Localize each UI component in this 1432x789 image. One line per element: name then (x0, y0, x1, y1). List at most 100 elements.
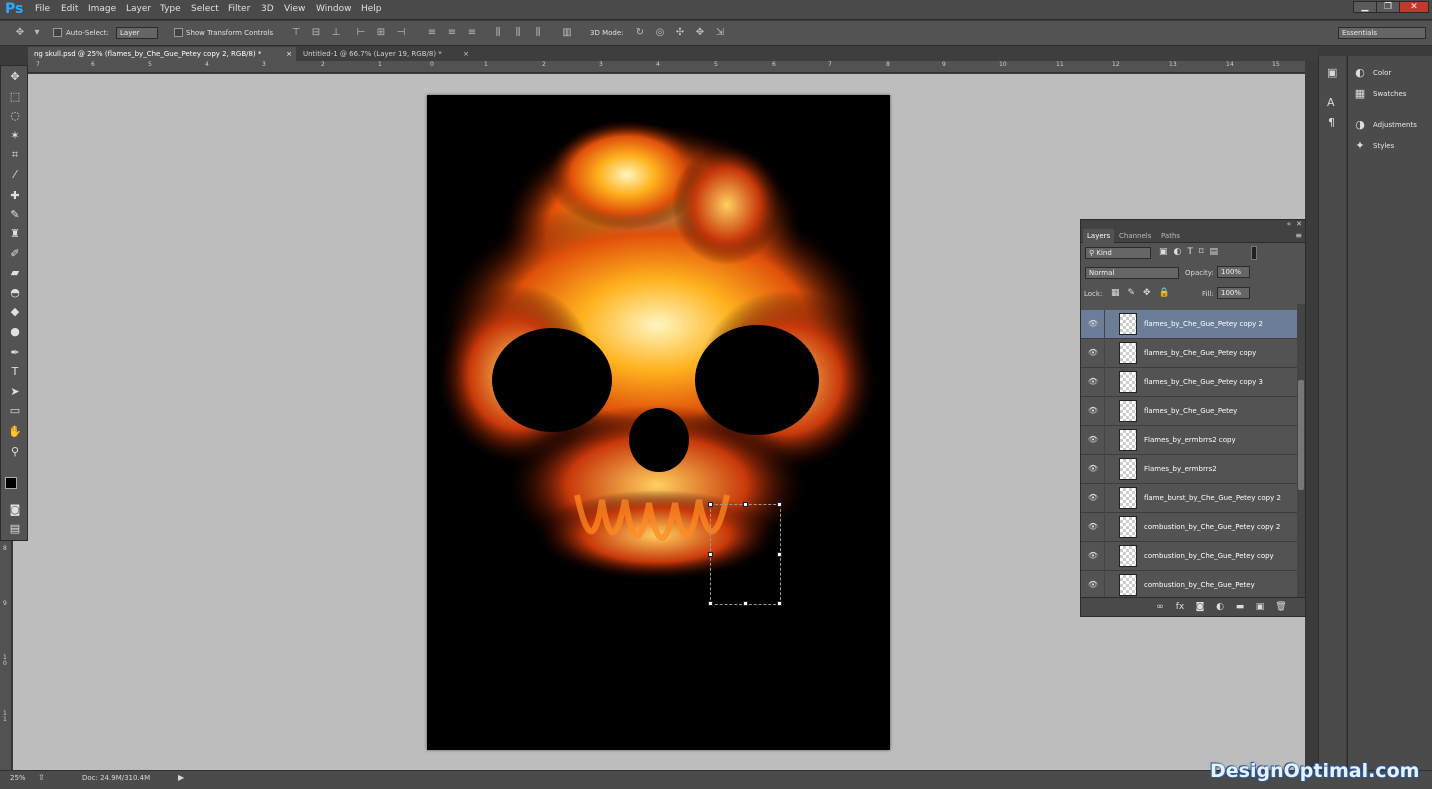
blur-tool-icon[interactable]: ◆ (4, 303, 26, 321)
layer-filter-icons[interactable]: ▣◐T⌑▤ (1159, 247, 1224, 257)
visibility-eye-icon[interactable]: 👁 (1087, 406, 1099, 416)
layer-row[interactable]: 👁 flames_by_Che_Gue_Petey copy (1081, 339, 1297, 368)
healing-brush-tool-icon[interactable]: ✚ (4, 187, 26, 205)
filter-kind-dropdown[interactable]: ⚲ Kind (1085, 247, 1151, 259)
move-tool-icon[interactable]: ✥ (14, 27, 26, 39)
link-layers-icon[interactable]: ∞ (1153, 601, 1167, 613)
quick-mask-icon[interactable]: ◙ (4, 501, 26, 519)
collapse-icon[interactable]: « (1287, 220, 1291, 228)
menu-filter[interactable]: Filter (228, 4, 250, 14)
visibility-eye-icon[interactable]: 👁 (1087, 464, 1099, 474)
panel-adjustments[interactable]: ◑ Adjustments (1354, 116, 1417, 134)
visibility-eye-icon[interactable]: 👁 (1087, 435, 1099, 445)
type-tool-icon[interactable]: T (4, 363, 26, 381)
move-tool-icon[interactable]: ✥ (4, 68, 26, 86)
align-right-icon[interactable]: ⊣ (395, 27, 407, 39)
tab-close-icon[interactable]: × (286, 47, 292, 61)
menu-select[interactable]: Select (191, 4, 219, 14)
close-window-button[interactable]: ✕ (1399, 1, 1429, 13)
menu-window[interactable]: Window (316, 4, 352, 14)
menu-view[interactable]: View (284, 4, 305, 14)
layer-row[interactable]: 👁 Flames_by_ermbrrs2 (1081, 455, 1297, 484)
layer-row[interactable]: 👁 combustion_by_Che_Gue_Petey copy (1081, 542, 1297, 571)
lock-icons[interactable]: ▦✎✥🔒 (1111, 288, 1178, 298)
delete-layer-icon[interactable]: 🗑 (1274, 601, 1288, 613)
paragraph-panel-icon[interactable]: ¶ (1328, 116, 1335, 129)
panel-color[interactable]: ◐ Color (1354, 64, 1391, 82)
visibility-eye-icon[interactable]: 👁 (1087, 551, 1099, 561)
transform-handle[interactable] (777, 551, 782, 557)
panel-close-icon[interactable]: ✕ (1296, 220, 1302, 228)
layer-style-icon[interactable]: fx (1173, 601, 1187, 613)
tab-layers[interactable]: Layers (1083, 229, 1115, 243)
new-group-icon[interactable]: ▬ (1233, 601, 1247, 613)
restore-button[interactable]: ❐ (1376, 1, 1400, 13)
transform-handle[interactable] (708, 601, 713, 606)
transform-handle[interactable] (708, 502, 713, 507)
lasso-tool-icon[interactable]: ◌ (4, 107, 26, 125)
panel-styles[interactable]: ✦ Styles (1354, 137, 1394, 155)
align-top-icon[interactable]: ⊤ (290, 27, 302, 39)
distribute-right-icon[interactable]: ⫼ (532, 27, 544, 39)
align-hcenter-icon[interactable]: ⊞ (375, 27, 387, 39)
clone-stamp-tool-icon[interactable]: ♜ (4, 225, 26, 243)
layer-row[interactable]: 👁 combustion_by_Che_Gue_Petey copy 2 (1081, 513, 1297, 542)
layer-row[interactable]: 👁 flames_by_Che_Gue_Petey (1081, 397, 1297, 426)
distribute-hcenter-icon[interactable]: ⫼ (512, 27, 524, 39)
tab-channels[interactable]: Channels (1115, 229, 1155, 243)
layer-row[interactable]: 👁 flames_by_Che_Gue_Petey copy 3 (1081, 368, 1297, 397)
tab-skull-psd[interactable]: ng skull.psd @ 25% (flames_by_Che_Gue_Pe… (28, 47, 296, 61)
tab-untitled-1[interactable]: Untitled-1 @ 66.7% (Layer 19, RGB/8) * × (297, 47, 473, 61)
transform-handle[interactable] (708, 551, 713, 557)
tab-paths[interactable]: Paths (1157, 229, 1184, 243)
layer-row[interactable]: 👁 combustion_by_Che_Gue_Petey (1081, 571, 1297, 597)
transform-bounding-box[interactable] (708, 502, 782, 606)
export-icon[interactable]: ⇪ (38, 773, 45, 782)
tab-close-icon[interactable]: × (463, 47, 469, 61)
layer-row[interactable]: 👁 Flames_by_ermbrrs2 copy (1081, 426, 1297, 455)
3d-slide-icon[interactable]: ✥ (694, 27, 706, 39)
menu-layer[interactable]: Layer (126, 4, 151, 14)
distribute-vcenter-icon[interactable]: ≡ (446, 27, 458, 39)
auto-select-checkbox[interactable] (53, 28, 62, 37)
distribute-top-icon[interactable]: ≡ (426, 27, 438, 39)
filter-toggle[interactable] (1251, 246, 1257, 260)
visibility-eye-icon[interactable]: 👁 (1087, 348, 1099, 358)
history-brush-tool-icon[interactable]: ✐ (4, 245, 26, 263)
adjustment-layer-icon[interactable]: ◐ (1213, 601, 1227, 613)
hand-tool-icon[interactable]: ✋ (4, 423, 26, 441)
3d-drag-icon[interactable]: ✣ (674, 27, 686, 39)
menu-file[interactable]: File (35, 4, 50, 14)
layer-list[interactable]: 👁 flames_by_Che_Gue_Petey copy 2 👁 flames_b… (1081, 304, 1297, 597)
brush-tool-icon[interactable]: ✎ (4, 206, 26, 224)
transform-handle[interactable] (742, 601, 748, 606)
transform-handle[interactable] (777, 502, 782, 507)
3d-scale-icon[interactable]: ⇲ (714, 27, 726, 39)
align-vcenter-icon[interactable]: ⊟ (310, 27, 322, 39)
distribute-left-icon[interactable]: ⫼ (492, 27, 504, 39)
menu-3d[interactable]: 3D (261, 4, 274, 14)
visibility-eye-icon[interactable]: 👁 (1087, 522, 1099, 532)
visibility-eye-icon[interactable]: 👁 (1087, 580, 1099, 590)
distribute-bottom-icon[interactable]: ≡ (466, 27, 478, 39)
visibility-eye-icon[interactable]: 👁 (1087, 319, 1099, 329)
visibility-eye-icon[interactable]: 👁 (1087, 377, 1099, 387)
transform-handle[interactable] (742, 502, 748, 507)
screen-mode-icon[interactable]: ▤ (4, 520, 26, 538)
zoom-tool-icon[interactable]: ⚲ (4, 443, 26, 461)
layer-row[interactable]: 👁 flame_burst_by_Che_Gue_Petey copy 2 (1081, 484, 1297, 513)
new-layer-icon[interactable]: ▣ (1253, 601, 1267, 613)
menu-type[interactable]: Type (160, 4, 181, 14)
3d-roll-icon[interactable]: ◎ (654, 27, 666, 39)
add-mask-icon[interactable]: ◙ (1193, 601, 1207, 613)
paint-bucket-tool-icon[interactable]: ◓ (4, 284, 26, 302)
magic-wand-tool-icon[interactable]: ✶ (4, 127, 26, 145)
3d-rotate-icon[interactable]: ↻ (634, 27, 646, 39)
show-transform-checkbox[interactable] (174, 28, 183, 37)
align-bottom-icon[interactable]: ⊥ (330, 27, 342, 39)
foreground-color-swatch[interactable] (5, 477, 17, 489)
layers-panel-header[interactable]: « ✕ (1081, 220, 1305, 229)
shape-tool-icon[interactable]: ▭ (4, 402, 26, 420)
auto-select-dropdown[interactable]: Layer (116, 27, 158, 39)
layer-row[interactable]: 👁 flames_by_Che_Gue_Petey copy 2 (1081, 310, 1297, 339)
